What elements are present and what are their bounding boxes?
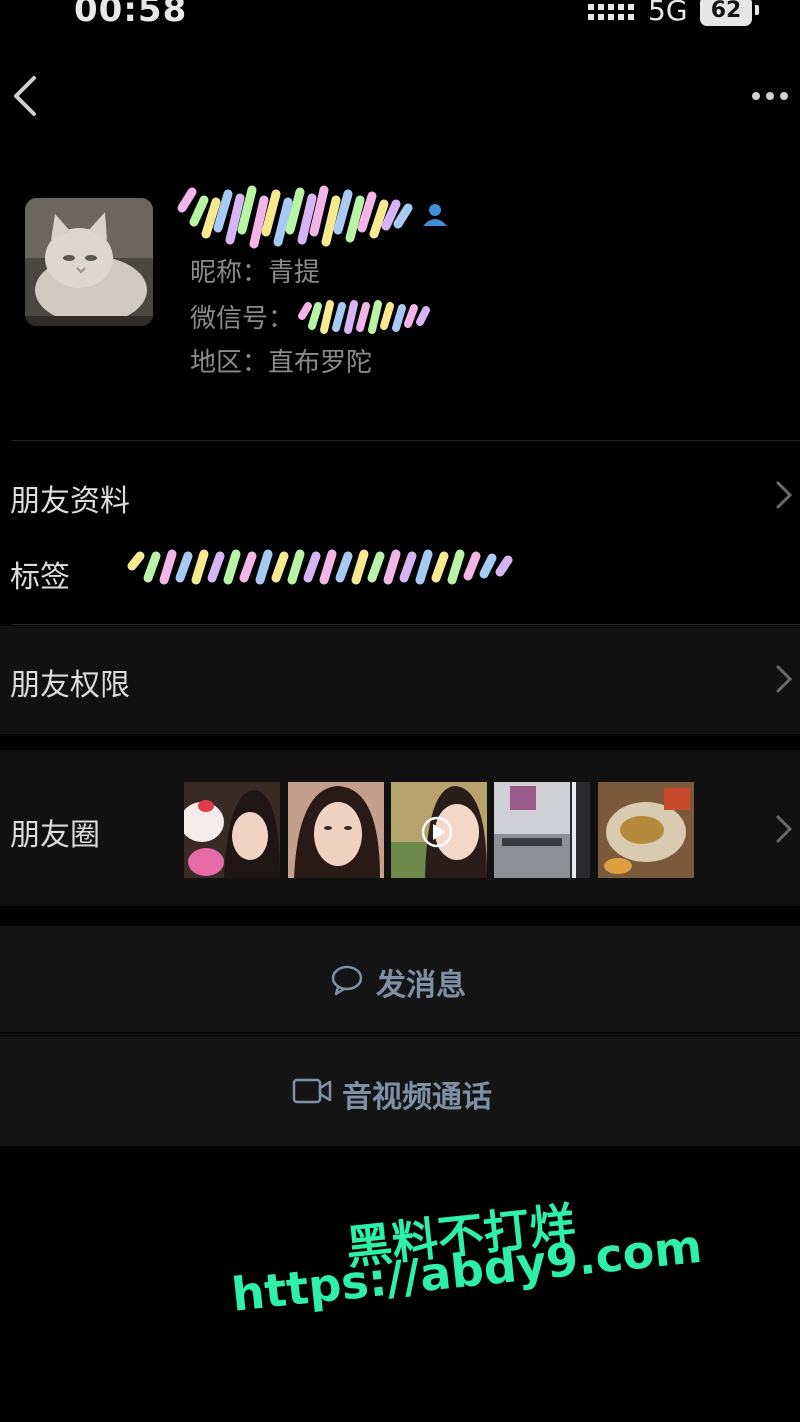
contact-person-icon [423,204,447,226]
send-message-button[interactable]: 发消息 [0,926,800,1032]
battery-indicator: 62 [700,0,752,26]
friend-permissions-row[interactable]: 朋友权限 [0,626,800,734]
name-redaction-scribble [177,185,413,249]
divider [12,440,800,441]
avatar[interactable] [25,198,153,326]
tags-redaction-scribble [127,549,513,585]
photo-thumbnail-image [288,782,384,878]
chevron-right-icon [776,815,793,843]
photo-thumbnail-image [494,782,590,878]
chevron-right-icon [776,481,793,509]
status-time: 00:58 [74,0,188,30]
cat-avatar-image [25,198,153,326]
moments-thumbnail[interactable] [184,782,280,878]
moments-video-thumbnail[interactable] [391,782,487,878]
video-camera-icon [292,1078,332,1104]
send-message-label: 发消息 [376,968,466,1003]
tags-label: 标签 [10,560,70,595]
moments-thumbnail[interactable] [598,782,694,878]
video-call-button[interactable]: 音视频通话 [0,1036,800,1146]
friend-permissions-label: 朋友权限 [10,668,130,703]
photo-thumbnail-image [184,782,280,878]
wechat-id-redaction-scribble [298,300,430,334]
more-dots-icon[interactable] [748,84,792,108]
moments-thumbnail[interactable] [494,782,590,878]
moments-label: 朋友圈 [10,818,100,853]
nickname-text: 昵称：青提 [190,258,321,288]
video-thumbnail-image [391,782,487,878]
friend-profile-label: 朋友资料 [10,484,130,519]
photo-thumbnail-image [598,782,694,878]
divider [12,624,800,625]
signal-icon [588,4,634,20]
friend-profile-row[interactable]: 朋友资料 [0,458,800,534]
moments-thumbnail[interactable] [288,782,384,878]
video-call-label: 音视频通话 [342,1080,492,1115]
region-text: 地区：直布罗陀 [190,348,373,378]
chat-bubble-icon [331,965,363,996]
divider [0,1034,800,1035]
chevron-left-icon[interactable] [8,74,44,118]
chevron-right-icon [776,665,793,693]
wechat-id-label: 微信号： [190,304,295,334]
network-type: 5G [648,0,688,27]
battery-tip [755,5,759,15]
